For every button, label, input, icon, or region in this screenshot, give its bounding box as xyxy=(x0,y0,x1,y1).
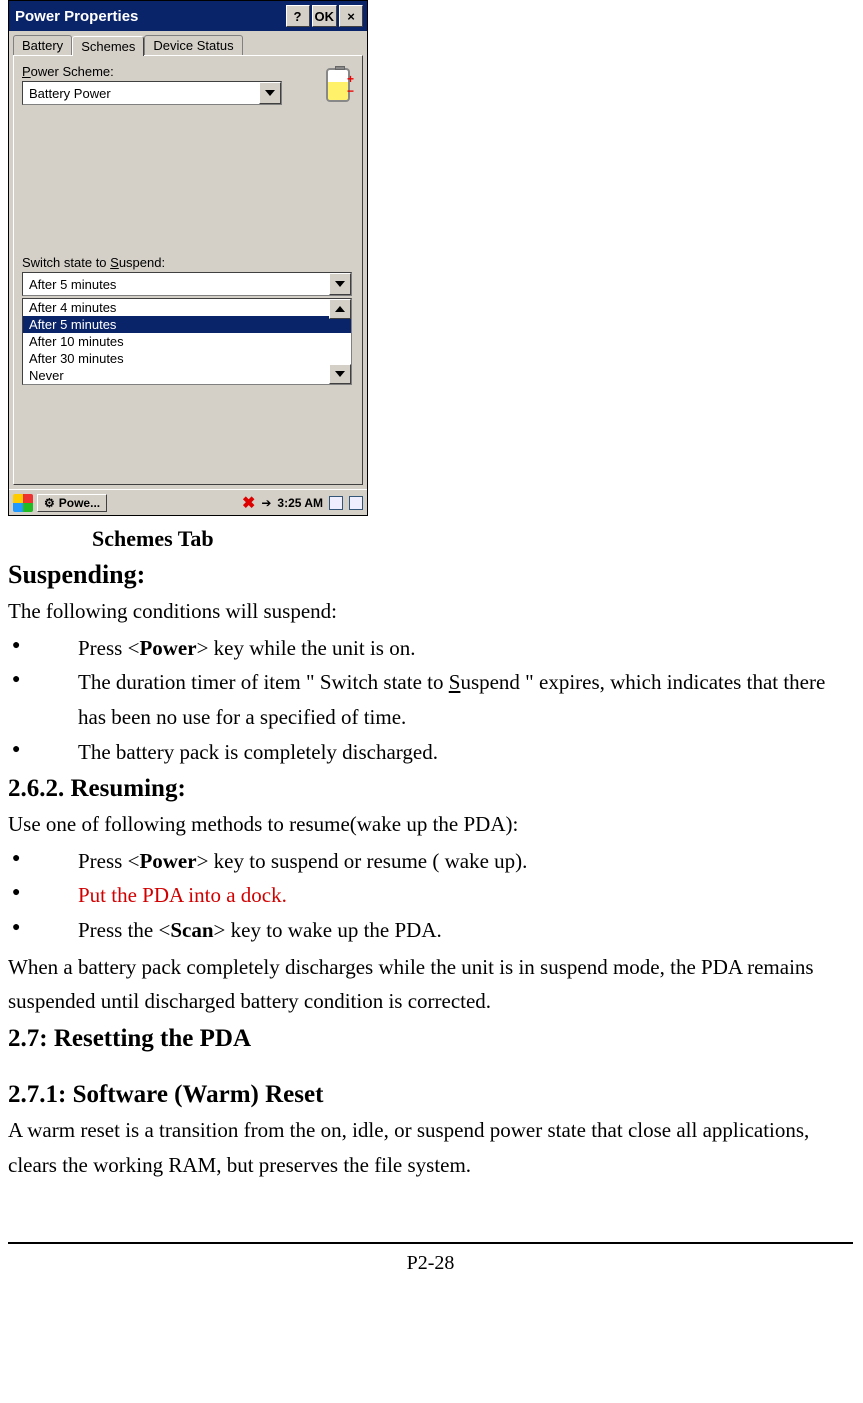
suspend-dropdown-button[interactable] xyxy=(329,273,351,295)
text: The duration timer of item " Switch stat… xyxy=(78,670,449,694)
resume-paragraph: When a battery pack completely discharge… xyxy=(8,950,853,1019)
window-titlebar: Power Properties ? OK × xyxy=(9,1,367,31)
tray-arrow-icon[interactable]: ➔ xyxy=(261,496,271,510)
chevron-down-icon xyxy=(265,90,275,96)
resume-bullet-list: Press <Power> key to suspend or resume (… xyxy=(8,844,853,948)
text: Press < xyxy=(78,636,139,660)
text: > key to wake up the PDA. xyxy=(214,918,442,942)
underlined-s: S xyxy=(449,670,461,694)
tab-battery[interactable]: Battery xyxy=(13,35,72,55)
chevron-up-icon xyxy=(335,306,345,312)
list-item: Press <Power> key while the unit is on. xyxy=(8,631,853,666)
tray-desktop-icon[interactable] xyxy=(349,496,363,510)
page-number: P2-28 xyxy=(8,1252,853,1275)
window-title: Power Properties xyxy=(15,8,284,25)
list-item[interactable]: Never xyxy=(23,367,351,384)
scroll-down-button[interactable] xyxy=(329,364,351,384)
suspend-label: Switch state to Suspend: xyxy=(22,255,354,270)
list-item[interactable]: After 10 minutes xyxy=(23,333,351,350)
suspend-label-pre: Switch state to xyxy=(22,255,110,270)
taskbar-app-icon: ⚙ xyxy=(44,496,55,510)
tray-keyboard-icon[interactable] xyxy=(329,496,343,510)
system-tray: ✖ ➔ 3:25 AM xyxy=(242,493,363,513)
red-text: Put the PDA into a dock. xyxy=(78,883,287,907)
chevron-down-icon xyxy=(335,371,345,377)
schemes-panel: Power Scheme: Battery Power + − Switch s… xyxy=(13,55,363,485)
power-scheme-dropdown-button[interactable] xyxy=(259,82,281,104)
scroll-up-button[interactable] xyxy=(329,299,351,319)
power-scheme-label-rest: ower Scheme: xyxy=(31,64,114,79)
tray-error-icon[interactable]: ✖ xyxy=(242,493,255,513)
power-scheme-label: Power Scheme: xyxy=(22,64,354,79)
power-properties-window: Power Properties ? OK × Battery Schemes … xyxy=(8,0,368,516)
list-item[interactable]: After 5 minutes xyxy=(23,316,351,333)
taskbar-app-button[interactable]: ⚙ Powe... xyxy=(37,494,107,512)
chevron-down-icon xyxy=(335,281,345,287)
list-item: Press <Power> key to suspend or resume (… xyxy=(8,844,853,879)
warm-reset-heading: 2.7.1: Software (Warm) Reset xyxy=(8,1081,853,1109)
resuming-heading: 2.6.2. Resuming: xyxy=(8,775,853,803)
suspend-label-post: uspend: xyxy=(119,255,165,270)
start-button-icon[interactable] xyxy=(13,494,33,512)
key-name-power: Power xyxy=(139,636,196,660)
suspending-heading: Suspending: xyxy=(8,560,853,590)
list-item: Press the <Scan> key to wake up the PDA. xyxy=(8,913,853,948)
battery-icon: + − xyxy=(326,64,354,104)
close-button[interactable]: × xyxy=(339,5,363,27)
list-item: Put the PDA into a dock. xyxy=(8,878,853,913)
text: Press the < xyxy=(78,918,170,942)
list-item[interactable]: After 4 minutes xyxy=(23,299,351,316)
suspend-bullet-list: Press <Power> key while the unit is on. … xyxy=(8,631,853,770)
text: > key to suspend or resume ( wake up). xyxy=(197,849,528,873)
suspend-combo[interactable]: After 5 minutes xyxy=(22,272,352,296)
list-item: The duration timer of item " Switch stat… xyxy=(8,665,853,734)
ok-button[interactable]: OK xyxy=(312,5,338,27)
suspend-label-accel: S xyxy=(110,255,119,270)
reset-heading: 2.7: Resetting the PDA xyxy=(8,1025,853,1053)
suspend-options-listbox[interactable]: After 4 minutes After 5 minutes After 10… xyxy=(22,298,352,385)
power-scheme-value: Battery Power xyxy=(23,86,259,101)
tab-strip: Battery Schemes Device Status xyxy=(9,31,367,55)
warm-reset-paragraph: A warm reset is a transition from the on… xyxy=(8,1113,853,1182)
taskbar-app-label: Powe... xyxy=(59,496,100,510)
power-scheme-accel: P xyxy=(22,64,31,79)
help-button[interactable]: ? xyxy=(286,5,310,27)
list-item[interactable]: After 30 minutes xyxy=(23,350,351,367)
figure-caption: Schemes Tab xyxy=(92,526,853,552)
tab-device-status[interactable]: Device Status xyxy=(144,35,242,55)
tab-schemes[interactable]: Schemes xyxy=(72,36,144,56)
text: Press < xyxy=(78,849,139,873)
taskbar: ⚙ Powe... ✖ ➔ 3:25 AM xyxy=(9,489,367,515)
resuming-intro: Use one of following methods to resume(w… xyxy=(8,807,853,842)
clock[interactable]: 3:25 AM xyxy=(277,496,323,510)
power-scheme-combo[interactable]: Battery Power xyxy=(22,81,282,105)
suspending-intro: The following conditions will suspend: xyxy=(8,594,853,629)
list-item: The battery pack is completely discharge… xyxy=(8,735,853,770)
key-name-scan: Scan xyxy=(170,918,213,942)
text: > key while the unit is on. xyxy=(197,636,416,660)
footer-rule xyxy=(8,1242,853,1244)
key-name-power: Power xyxy=(139,849,196,873)
suspend-value: After 5 minutes xyxy=(23,277,329,292)
